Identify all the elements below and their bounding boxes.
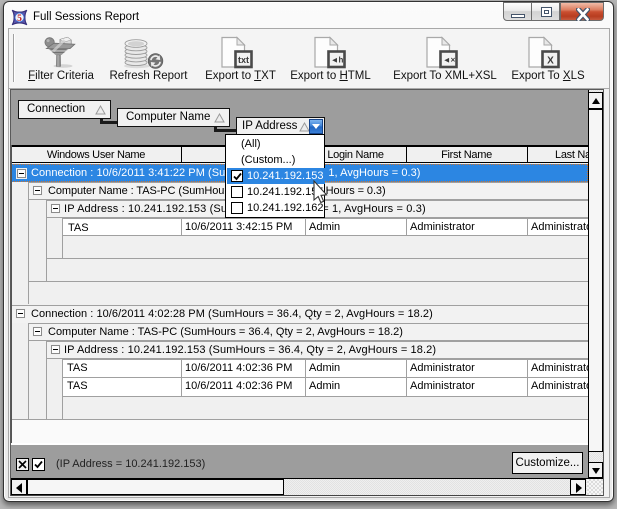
svg-text:X: X [547,56,554,67]
svg-text:◄×: ◄× [443,56,456,65]
svg-text:◄h: ◄h [331,56,344,65]
svg-text:txt: txt [238,55,249,65]
svg-text:5: 5 [17,14,22,24]
